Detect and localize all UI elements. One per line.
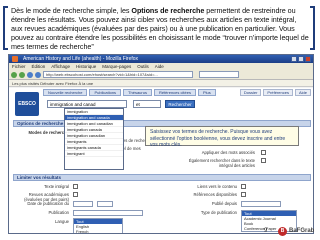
- browser-search-box[interactable]: [199, 71, 239, 78]
- search-tooltip: Saisissez vos termes de recherche. Puisq…: [145, 126, 299, 148]
- maximize-button[interactable]: [298, 56, 304, 62]
- search-button[interactable]: Rechercher: [165, 100, 195, 108]
- nav-toolbar: http://web.ebscohost.com/ehost/search?vi…: [9, 70, 313, 80]
- pub-date-year-input[interactable]: [97, 201, 113, 207]
- tab-new-search[interactable]: Nouvelle recherche: [43, 89, 88, 96]
- menu-item[interactable]: Aide: [155, 63, 164, 70]
- search-input[interactable]: immigration and canad: [47, 100, 127, 108]
- brand-logo: B BaFGrab: [278, 226, 314, 236]
- menu-item[interactable]: Historique: [76, 63, 96, 70]
- apply-related-checkbox[interactable]: [261, 150, 266, 155]
- search-full-text-checkbox[interactable]: [261, 158, 266, 163]
- caption-bracket-right: [310, 6, 315, 50]
- scholarly-checkbox[interactable]: [73, 192, 78, 197]
- publication-input[interactable]: [73, 210, 143, 216]
- apply-related-label: Appliquer des mots associés: [201, 150, 255, 155]
- close-button[interactable]: [305, 56, 311, 62]
- reload-icon[interactable]: [27, 71, 33, 78]
- limit-results-header: Limiter vos résultats: [13, 174, 311, 181]
- preferences-link[interactable]: Préférences: [263, 89, 293, 96]
- menu-item[interactable]: Affichage: [51, 63, 70, 70]
- publication-label: Publication: [48, 210, 70, 215]
- search-full-text-label: Également rechercher dans le texte intég…: [188, 158, 255, 168]
- full-text-checkbox[interactable]: [73, 184, 78, 189]
- brand-name: BaFGrab: [289, 228, 315, 234]
- back-arrow-icon[interactable]: [11, 71, 17, 78]
- menu-bar: Fichier Édition Affichage Historique Mar…: [9, 63, 313, 70]
- published-since-label: Publié depuis: [211, 201, 237, 206]
- minimize-button[interactable]: [291, 56, 297, 62]
- address-bar[interactable]: http://web.ebscohost.com/ehost/search?vi…: [43, 71, 193, 78]
- menu-item[interactable]: Marque-pages: [102, 63, 131, 70]
- firefox-icon: [12, 56, 18, 62]
- browser-window: American History and Life (ahealth) - Mo…: [8, 54, 314, 234]
- menu-item[interactable]: Outils: [137, 63, 149, 70]
- tab-cited-references[interactable]: Références citées: [153, 89, 196, 96]
- tab-more[interactable]: Plus: [197, 89, 216, 96]
- autocomplete-item[interactable]: immigrant: [65, 151, 123, 157]
- brand-mark-icon: B: [278, 226, 287, 236]
- page-number: 9: [264, 228, 268, 234]
- tab-thesaurus[interactable]: Thésaurus: [123, 89, 152, 96]
- search-modes-label: Modes de recherche: [28, 130, 70, 135]
- references-label: Références disponibles: [193, 192, 237, 197]
- linked-content-label: Liens vers le contenu: [197, 184, 237, 189]
- pub-date-label: Date de publication du: [27, 201, 69, 206]
- title-bar: American History and Life (ahealth) - Mo…: [9, 55, 313, 63]
- bookmarks-bar[interactable]: Les plus visités Débuter avec Firefox À …: [9, 80, 313, 87]
- published-since-select[interactable]: [241, 201, 281, 207]
- home-icon[interactable]: [35, 71, 41, 78]
- language-option[interactable]: French: [74, 229, 122, 233]
- forward-arrow-icon[interactable]: [19, 71, 25, 78]
- caption-bracket-left: [3, 6, 8, 50]
- linked-content-checkbox[interactable]: [241, 184, 246, 189]
- tab-publications[interactable]: Publications: [89, 89, 122, 96]
- ebsco-logo: EBSCO: [15, 92, 39, 116]
- language-listbox[interactable]: Tout English French: [73, 218, 123, 233]
- menu-item[interactable]: Édition: [32, 63, 46, 70]
- pub-date-month-select[interactable]: [73, 201, 93, 207]
- caption-text: Dès le mode de recherche simple, les Opt…: [11, 6, 309, 51]
- autocomplete-dropdown[interactable]: immigration immigration and canada immig…: [64, 108, 124, 170]
- window-title: American History and Life (ahealth) - Mo…: [23, 56, 139, 62]
- ebsco-page: EBSCO Nouvelle recherche Publications Th…: [9, 88, 313, 233]
- references-checkbox[interactable]: [241, 192, 246, 197]
- operator-select[interactable]: et: [133, 100, 161, 108]
- menu-item[interactable]: Fichier: [12, 63, 26, 70]
- full-text-label: Texte intégral: [44, 184, 69, 189]
- language-label: Langue: [55, 219, 69, 224]
- folder-link[interactable]: Dossier: [239, 89, 262, 96]
- help-link[interactable]: Aide: [294, 89, 311, 96]
- pub-type-label: Type de publication: [200, 210, 237, 215]
